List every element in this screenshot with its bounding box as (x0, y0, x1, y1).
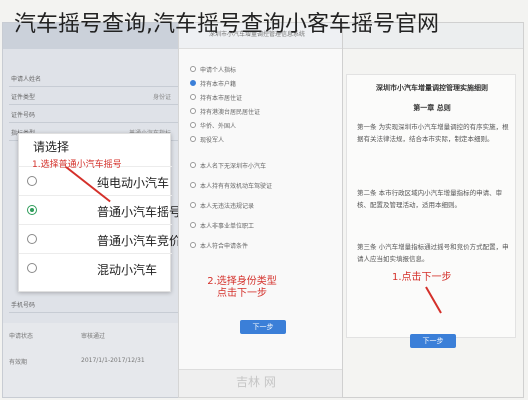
form-row-label: 手机号码 (11, 302, 36, 309)
radio-icon[interactable] (190, 66, 196, 72)
radio-icon[interactable] (190, 242, 196, 248)
identity-option[interactable]: 申请个人指标 (200, 65, 236, 74)
document-chapter: 第一章 总则 (413, 104, 451, 112)
picker-option-label: 混动小汽车 (97, 263, 158, 277)
condition-line[interactable]: 本人名下无深圳市小汽车 (200, 161, 266, 170)
form-row[interactable]: 申请人姓名 (9, 69, 179, 87)
document-paragraph: 第二条 本市行政区域内小汽车增量指标的申请、审核、配置及管理活动，适用本细则。 (357, 189, 503, 209)
form-row-value: 身份证 (152, 94, 171, 101)
identity-option[interactable]: 现役军人 (200, 135, 224, 144)
footer-value: 审核通过 (81, 333, 106, 340)
radio-icon[interactable] (27, 234, 37, 244)
condition-line[interactable]: 本人非事业单位职工 (200, 221, 254, 230)
page-headline: 汽车摇号查询,汽车摇号查询小客车摇号官网 (14, 12, 439, 37)
footer-line: 有效期 2017/1/1-2017/12/31 (9, 357, 145, 366)
document-paragraph: 第三条 小汽车增量指标通过摇号和竞价方式配置，申请人应当如实填报信息。 (357, 243, 509, 263)
form-footer: 申请状态 审核通过 有效期 2017/1/1-2017/12/31 (3, 323, 183, 397)
identity-option[interactable]: 持有本市户籍 (200, 79, 236, 88)
form-row[interactable]: 证件类型 身份证 (9, 87, 179, 105)
radio-icon[interactable] (190, 162, 196, 168)
identity-option[interactable]: 持有港澳台居民居住证 (200, 107, 260, 116)
radio-icon[interactable] (27, 176, 37, 186)
form-row[interactable]: 手机号码 (9, 295, 179, 313)
radio-checked-icon[interactable] (190, 80, 196, 86)
radio-icon[interactable] (190, 122, 196, 128)
watermark: 吉林 网 (236, 375, 276, 389)
step-annotation: 1.选择普通小汽车摇号 (32, 160, 122, 170)
picker-option-label: 普通小汽车竞价 (97, 234, 182, 248)
condition-line[interactable]: 本人无违法违规记录 (200, 201, 254, 210)
footer-line: 申请状态 审核通过 (9, 331, 105, 340)
step-annotation: 2.选择身份类型 点击下一步 (207, 276, 277, 299)
picker-option-auction[interactable]: 普通小汽车竞价 (19, 224, 181, 253)
form-row-label: 证件号码 (11, 112, 36, 119)
radio-checked-icon[interactable] (27, 205, 37, 215)
radio-icon[interactable] (27, 263, 37, 273)
radio-icon[interactable] (190, 94, 196, 100)
picker-option-lottery[interactable]: 普通小汽车摇号 (19, 195, 181, 224)
radio-icon[interactable] (190, 136, 196, 142)
condition-line[interactable]: 本人持有有效机动车驾驶证 (200, 181, 272, 190)
radio-icon[interactable] (190, 108, 196, 114)
radio-icon[interactable] (190, 182, 196, 188)
agree-next-button[interactable]: 下一步 (410, 334, 456, 348)
document-title: 深圳市小汽车增量调控管理实施细则 (376, 84, 488, 92)
step-annotation: 1.点击下一步 (392, 272, 452, 283)
picker-option-label: 普通小汽车摇号 (97, 205, 182, 219)
radio-icon[interactable] (190, 222, 196, 228)
picker-option-label: 纯电动小汽车 (97, 176, 170, 190)
form-row-label: 申请人姓名 (11, 76, 42, 83)
identity-option[interactable]: 持有本市居住证 (200, 93, 242, 102)
picker-option-hybrid[interactable]: 混动小汽车 (19, 253, 172, 282)
next-button[interactable]: 下一步 (240, 320, 286, 334)
condition-line[interactable]: 本人符合申请条件 (200, 241, 248, 250)
footer-label: 申请状态 (9, 333, 34, 340)
footer-label: 有效期 (9, 359, 28, 366)
footer-value: 2017/1/1-2017/12/31 (81, 357, 145, 364)
form-row-label: 证件类型 (11, 94, 36, 101)
form-row[interactable]: 证件号码 (9, 105, 179, 123)
identity-option[interactable]: 华侨、外国人 (200, 121, 236, 130)
radio-icon[interactable] (190, 202, 196, 208)
picker-title: 请选择 (33, 140, 70, 154)
document-paragraph: 第一条 为实现深圳市小汽车增量调控的有序实施，根据有关法律法规，结合本市实际，制… (357, 123, 509, 143)
